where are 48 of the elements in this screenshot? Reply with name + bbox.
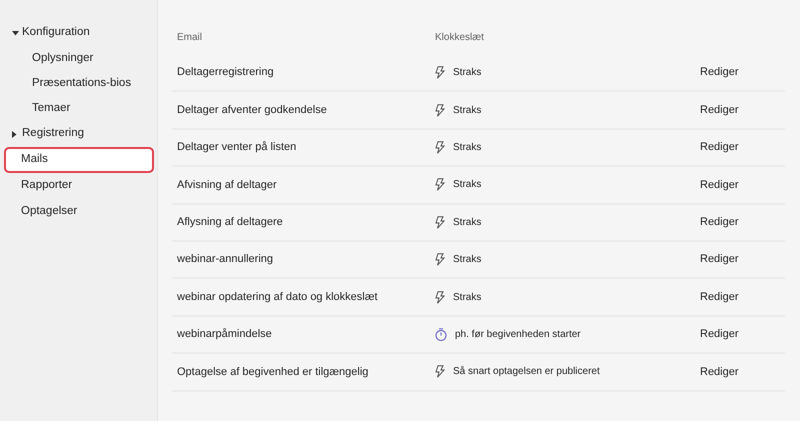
edit-link[interactable]: Rediger [700,139,739,156]
table-cell-text: Deltager afventer godkendelse [176,102,328,118]
edit-link[interactable]: Rediger [700,176,739,194]
column-header: Klokkeslæt [435,31,485,45]
timing-text: Straks [453,290,482,305]
timing-text: Straks [453,253,482,268]
column-header: Email [176,31,204,45]
lightning-icon [435,290,445,304]
sidebar-item[interactable]: Optagelser [4,199,154,225]
edit-link[interactable]: Rediger [700,102,739,118]
sidebar-item[interactable]: Konfiguration [4,20,154,46]
caret-right-icon[interactable] [12,130,17,138]
caret-down-icon[interactable] [12,30,19,36]
lightning-icon [435,253,445,266]
timing-text: Straks [453,66,482,80]
sidebar-item[interactable]: Præsentations-bios [4,71,154,96]
edit-link[interactable]: Rediger [700,364,739,380]
table-cell-text: webinar opdatering af dato og klokkeslæt [176,290,379,305]
lightning-icon [435,178,445,192]
timing-text: Straks [453,178,482,192]
sidebar-item[interactable]: Oplysninger [4,46,154,71]
edit-link[interactable]: Rediger [700,64,739,81]
lightning-icon [435,365,445,378]
table-cell-text: Aflysning af deltagere [176,215,284,230]
timing-text: ph. før begivenheden starter [455,328,581,342]
table-cell-text: Deltager venter på listen [176,140,298,156]
table-cell-text: webinarpåmindelse [176,327,273,342]
edit-link[interactable]: Rediger [700,326,739,343]
lightning-icon [435,216,445,229]
sidebar-item[interactable]: Temaer [4,96,154,121]
lightning-icon [435,66,445,80]
sidebar-item[interactable]: Registrering [4,121,154,147]
table-cell-text: webinar-annullering [176,252,274,268]
timing-text: Straks [453,216,482,230]
edit-link[interactable]: Rediger [700,288,739,306]
timing-text: Straks [453,104,482,118]
table-cell-text: Optagelse af begivenhed er tilgængelig [176,364,370,380]
sidebar-item[interactable]: Mails [4,147,154,173]
sidebar-item[interactable]: Rapporter [4,173,154,199]
table-cell-text: Deltagerregistrering [176,65,275,80]
lightning-icon [435,104,445,117]
edit-link[interactable]: Rediger [700,251,739,268]
timing-text: Straks [453,140,482,155]
timer-icon [435,328,447,341]
timing-text: Så snart optagelsen er publiceret [453,365,600,380]
lightning-icon [435,140,445,154]
edit-link[interactable]: Rediger [700,214,739,230]
table-cell-text: Afvisning af deltager [176,178,278,193]
